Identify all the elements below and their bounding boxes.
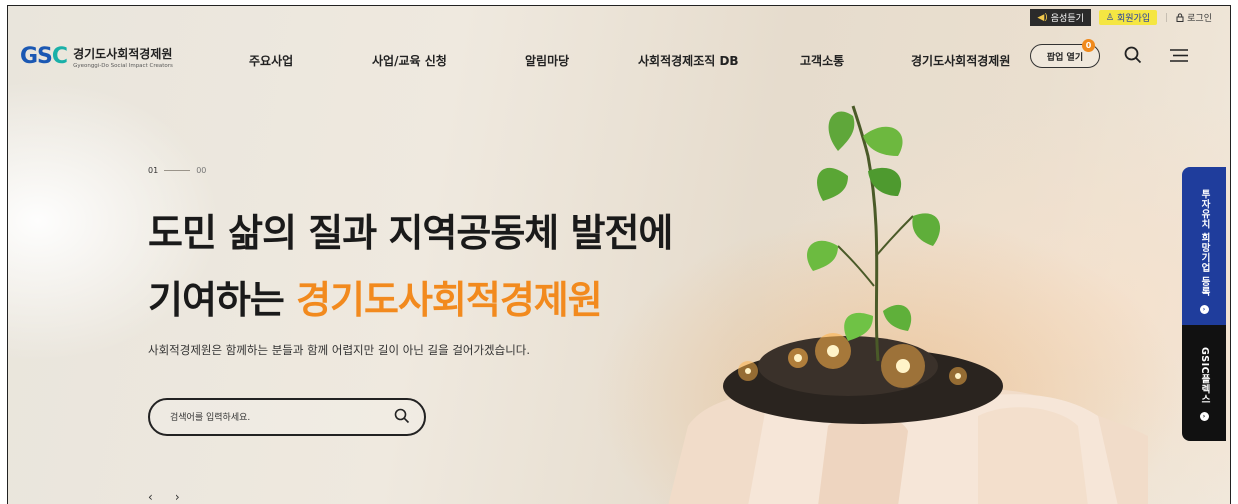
login-label: 로그인 <box>1187 14 1212 24</box>
hero-title-prefix: 기여하는 <box>148 278 297 322</box>
slide-arrows: ‹ › <box>148 490 180 504</box>
login-link[interactable]: 로그인 <box>1176 11 1212 24</box>
nav-item-about[interactable]: 경기도사회적경제원 <box>911 52 1010 69</box>
signup-link[interactable]: ♙ 회원가입 <box>1098 10 1158 25</box>
slide-current: 01 <box>148 166 159 175</box>
nav-item-main-business[interactable]: 주요사업 <box>249 52 293 69</box>
lock-icon <box>1176 13 1184 22</box>
util-separator: | <box>1165 12 1169 23</box>
side-tab-gsic-flex[interactable]: GSIC플렉스 › <box>1182 325 1226 441</box>
arrow-circle-icon: › <box>1199 304 1209 314</box>
arrow-circle-icon: › <box>1199 412 1209 422</box>
slide-progress-line <box>164 170 191 171</box>
next-slide-button[interactable]: › <box>175 490 180 504</box>
nav-item-notice[interactable]: 알림마당 <box>525 52 569 69</box>
hands-plant-illustration <box>668 105 1148 504</box>
logo-mark-c: C <box>51 44 68 69</box>
hero-title-highlight: 경기도사회적경제원 <box>296 278 603 322</box>
search-submit-icon[interactable] <box>394 408 410 424</box>
user-icon: ♙ <box>1105 12 1114 23</box>
page-frame: ◀) 음성듣기 ♙ 회원가입 | 로그인 GSC 경기도사회적경제원 Gyeon… <box>7 5 1231 504</box>
voice-listen-label: 음성듣기 <box>1050 14 1084 24</box>
nav-item-customer[interactable]: 고객소통 <box>800 52 844 69</box>
hero-title-line2: 기여하는 경기도사회적경제원 <box>148 269 603 324</box>
nav-item-apply[interactable]: 사업/교육 신청 <box>372 52 447 69</box>
slide-pager: 01 00 <box>148 166 206 175</box>
side-tab-investment-label: 투자유치 희망기업 등록 <box>1199 189 1210 297</box>
logo-mark-gs: GS <box>20 44 53 69</box>
hero-title-line1: 도민 삶의 질과 지역공동체 발전에 <box>148 211 673 255</box>
popup-open-label: 팝업 열기 <box>1046 52 1084 63</box>
hero-search-box <box>148 398 426 436</box>
hamburger-menu-icon[interactable] <box>1170 49 1188 62</box>
site-logo[interactable]: GSC 경기도사회적경제원 Gyeonggi-Do Social Impact … <box>20 44 173 69</box>
nav-item-org-db[interactable]: 사회적경제조직 DB <box>638 52 739 69</box>
signup-label: 회원가입 <box>1116 14 1151 24</box>
slide-total: 00 <box>196 166 207 175</box>
search-input[interactable] <box>170 409 390 427</box>
logo-mark: GSC <box>20 44 68 69</box>
utility-bar: ◀) 음성듣기 ♙ 회원가입 | 로그인 <box>1030 9 1212 26</box>
prev-slide-button[interactable]: ‹ <box>148 490 153 504</box>
hero-subtitle: 사회적경제원은 함께하는 분들과 함께 어렵지만 길이 아닌 길을 걸어가겠습니… <box>148 343 531 357</box>
speaker-icon: ◀) <box>1037 12 1048 23</box>
side-tab-gsic-flex-label: GSIC플렉스 <box>1199 347 1210 405</box>
voice-listen-button[interactable]: ◀) 음성듣기 <box>1030 9 1091 26</box>
main-header: GSC 경기도사회적경제원 Gyeonggi-Do Social Impact … <box>8 39 1230 80</box>
popup-count-badge: 0 <box>1082 39 1095 52</box>
logo-subtitle: Gyeonggi-Do Social Impact Creators <box>73 62 173 69</box>
logo-title: 경기도사회적경제원 <box>73 46 173 61</box>
search-icon[interactable] <box>1124 46 1142 64</box>
side-tab-investment[interactable]: 투자유치 희망기업 등록 › <box>1182 167 1226 325</box>
